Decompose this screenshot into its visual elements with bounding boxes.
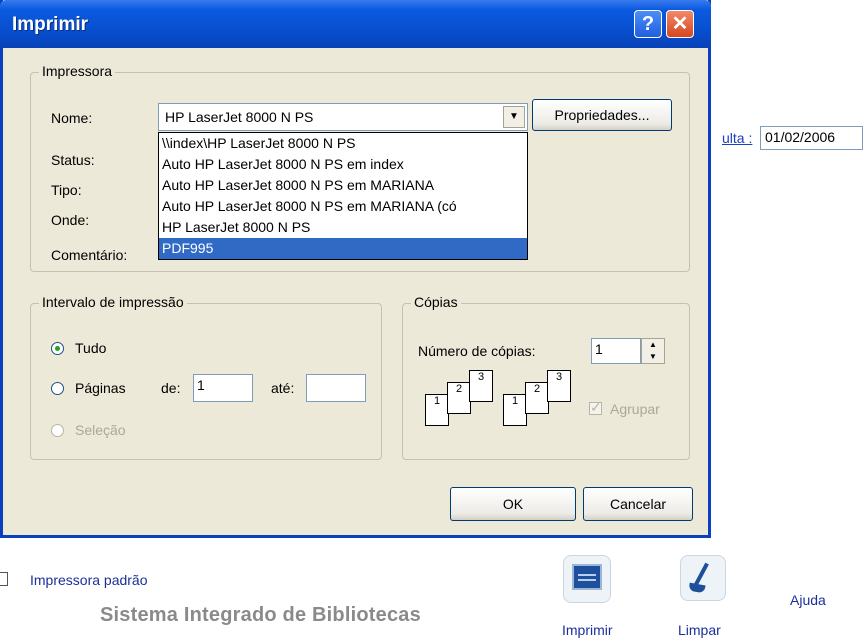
status-label: Status: — [51, 152, 95, 168]
pages-label[interactable]: Páginas — [75, 380, 126, 396]
print-dialog: Imprimir ? ✕ Impressora Nome: Status: Ti… — [0, 0, 711, 538]
broom-icon[interactable] — [680, 555, 726, 601]
name-label: Nome: — [51, 110, 93, 126]
default-printer-checkbox[interactable] — [0, 572, 8, 586]
printer-option[interactable]: Auto HP LaserJet 8000 N PS em MARIANA — [159, 175, 527, 196]
spin-down-icon[interactable]: ▼ — [642, 351, 664, 363]
all-radio[interactable] — [51, 342, 64, 355]
collate-checkbox[interactable] — [589, 399, 602, 416]
printer-dropdown-list[interactable]: \\index\HP LaserJet 8000 N PS Auto HP La… — [158, 132, 528, 260]
help-icon[interactable]: ? — [634, 10, 662, 38]
dialog-titlebar[interactable]: Imprimir ? ✕ — [0, 0, 711, 48]
comment-label: Comentário: — [51, 247, 128, 263]
system-name: Sistema Integrado de Bibliotecas — [100, 604, 421, 626]
print-icon[interactable] — [563, 555, 611, 603]
selection-label[interactable]: Seleção — [75, 422, 126, 438]
dialog-title: Imprimir — [12, 14, 89, 35]
properties-button[interactable]: Propriedades... — [532, 99, 672, 131]
consulta-link[interactable]: ulta : — [722, 130, 752, 146]
collate-illustration: 1 2 3 — [425, 368, 495, 430]
default-printer-label: Impressora padrão — [30, 572, 148, 588]
pages-radio[interactable] — [51, 382, 64, 395]
collate-label[interactable]: Agrupar — [610, 401, 660, 417]
printer-option[interactable]: HP LaserJet 8000 N PS — [159, 217, 527, 238]
help-link[interactable]: Ajuda — [790, 592, 826, 608]
selection-radio[interactable] — [51, 424, 64, 437]
page-icon: 2 — [447, 382, 471, 414]
date-field[interactable]: 01/02/2006 — [760, 126, 863, 150]
to-page-input[interactable] — [306, 374, 366, 402]
type-label: Tipo: — [51, 182, 82, 198]
copies-group-legend: Cópias — [411, 294, 461, 310]
printer-option[interactable]: Auto HP LaserJet 8000 N PS em MARIANA (c… — [159, 196, 527, 217]
page-icon: 1 — [503, 394, 527, 426]
from-label: de: — [161, 380, 181, 396]
printer-option[interactable]: Auto HP LaserJet 8000 N PS em index — [159, 154, 527, 175]
spin-up-icon[interactable]: ▲ — [642, 339, 664, 351]
ok-button[interactable]: OK — [450, 487, 576, 521]
cancel-button[interactable]: Cancelar — [583, 487, 693, 521]
collate-illustration: 1 2 3 — [503, 368, 573, 430]
chevron-down-icon[interactable]: ▼ — [503, 106, 525, 128]
to-label: até: — [271, 380, 295, 396]
range-group-legend: Intervalo de impressão — [39, 294, 187, 310]
copies-spinner[interactable]: ▲ ▼ — [641, 338, 665, 364]
all-label[interactable]: Tudo — [75, 340, 106, 356]
page-icon: 1 — [425, 394, 449, 426]
printer-option-highlighted[interactable]: PDF995 — [159, 238, 527, 259]
printer-group-legend: Impressora — [39, 63, 116, 79]
page-icon: 3 — [547, 370, 571, 402]
close-icon[interactable]: ✕ — [666, 10, 694, 38]
printer-select-value: HP LaserJet 8000 N PS — [165, 109, 314, 125]
copies-input[interactable]: 1 — [591, 338, 641, 364]
copies-label: Número de cópias: — [418, 343, 536, 359]
from-page-input[interactable]: 1 — [193, 374, 253, 402]
printer-option[interactable]: \\index\HP LaserJet 8000 N PS — [159, 133, 527, 154]
page-icon: 2 — [525, 382, 549, 414]
printer-select[interactable]: HP LaserJet 8000 N PS ▼ — [158, 103, 528, 131]
page-icon: 3 — [469, 370, 493, 402]
where-label: Onde: — [51, 212, 90, 228]
